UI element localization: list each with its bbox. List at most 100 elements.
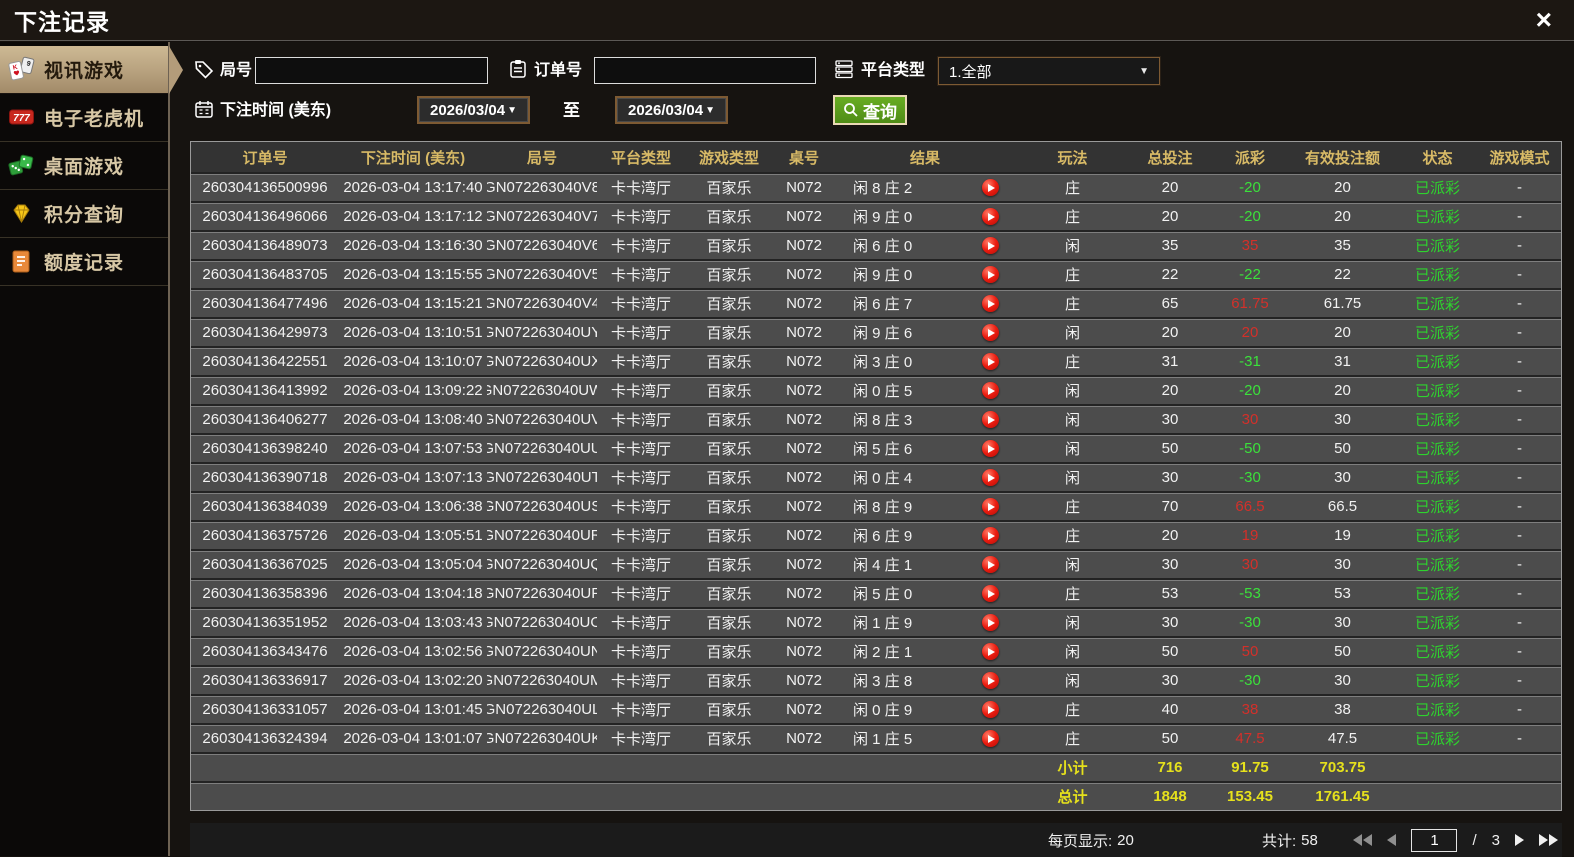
replay-play-icon[interactable] <box>982 527 999 544</box>
result-text: 闲 9 庄 6 <box>853 322 912 343</box>
sidebar-item-live-games[interactable]: 9 K 视讯游戏 <box>0 46 168 94</box>
cell-bet-time: 2026-03-04 13:01:07 <box>339 725 487 752</box>
sidebar-item-table-games[interactable]: 桌面游戏 <box>0 142 168 190</box>
cell-total-bet: 30 <box>1130 667 1210 694</box>
cell-game-no: GN072263040V5 <box>487 261 597 288</box>
bet-records-table: 订单号 下注时间 (美东) 局号 平台类型 游戏类型 桌号 结果 玩法 总投注 … <box>190 141 1562 811</box>
previous-page-button[interactable] <box>1387 834 1396 846</box>
sidebar: 9 K 视讯游戏 777 电子老虎机 桌面游戏 积分查询 额度记录 <box>0 42 170 856</box>
date-from-value: 2026/03/04 <box>430 102 505 119</box>
cell-order-id: 260304136429973 <box>191 319 339 346</box>
cell-game-type: 百家乐 <box>685 377 773 404</box>
cell-status: 已派彩 <box>1395 580 1480 607</box>
cell-valid-bet: 38 <box>1290 696 1395 723</box>
cell-payout: 38 <box>1210 696 1290 723</box>
replay-play-icon[interactable] <box>982 324 999 341</box>
cell-bet-time: 2026-03-04 13:10:51 <box>339 319 487 346</box>
replay-play-icon[interactable] <box>982 556 999 573</box>
replay-play-icon[interactable] <box>982 179 999 196</box>
replay-play-icon[interactable] <box>982 730 999 747</box>
table-row: 2603041364299732026-03-04 13:10:51GN0722… <box>191 317 1561 346</box>
replay-play-icon[interactable] <box>982 614 999 631</box>
date-from-picker[interactable]: 2026/03/04 ▼ <box>417 96 530 124</box>
cell-game-mode: - <box>1480 609 1559 636</box>
result-text: 闲 8 庄 2 <box>853 177 912 198</box>
page-separator: / <box>1472 832 1476 849</box>
table-row: 2603041363243942026-03-04 13:01:07GN0722… <box>191 723 1561 752</box>
cell-game-no: GN072263040UL <box>487 696 597 723</box>
replay-play-icon[interactable] <box>982 585 999 602</box>
order-no-label: 订单号 <box>534 57 582 85</box>
replay-play-icon[interactable] <box>982 237 999 254</box>
pagination-bar: 每页显示: 20 共计: 58 / 3 <box>190 823 1562 857</box>
table-row: 2603041363757262026-03-04 13:05:51GN0722… <box>191 520 1561 549</box>
replay-play-icon[interactable] <box>982 498 999 515</box>
cell-status: 已派彩 <box>1395 290 1480 317</box>
cell-bet-time: 2026-03-04 13:17:40 <box>339 174 487 201</box>
replay-play-icon[interactable] <box>982 382 999 399</box>
result-text: 闲 5 庄 6 <box>853 438 912 459</box>
cell-status: 已派彩 <box>1395 493 1480 520</box>
cell-valid-bet: 22 <box>1290 261 1395 288</box>
cell-game-no: GN072263040UU <box>487 435 597 462</box>
result-text: 闲 6 庄 7 <box>853 293 912 314</box>
cell-payout: 19 <box>1210 522 1290 549</box>
slot-777-icon: 777 <box>8 104 35 131</box>
cell-total-bet: 30 <box>1130 609 1210 636</box>
replay-play-icon[interactable] <box>982 643 999 660</box>
search-button-label: 查询 <box>863 98 897 123</box>
order-no-input[interactable] <box>594 57 816 84</box>
replay-play-icon[interactable] <box>982 440 999 457</box>
cell-bet-time: 2026-03-04 13:08:40 <box>339 406 487 433</box>
replay-play-icon[interactable] <box>982 208 999 225</box>
replay-play-icon[interactable] <box>982 295 999 312</box>
cell-order-id: 260304136496066 <box>191 203 339 230</box>
replay-play-icon[interactable] <box>982 353 999 370</box>
cell-valid-bet: 47.5 <box>1290 725 1395 752</box>
table-row: 2603041363840392026-03-04 13:06:38GN0722… <box>191 491 1561 520</box>
game-no-input[interactable] <box>255 57 488 84</box>
replay-play-icon[interactable] <box>982 672 999 689</box>
replay-play-icon[interactable] <box>982 701 999 718</box>
diamond-icon <box>8 200 35 227</box>
cell-order-id: 260304136331057 <box>191 696 339 723</box>
platform-type-select[interactable]: 1.全部 ▼ <box>938 57 1160 85</box>
replay-play-icon[interactable] <box>982 411 999 428</box>
cell-game-mode: - <box>1480 435 1559 462</box>
svg-text:777: 777 <box>13 113 30 124</box>
close-icon[interactable]: × <box>1536 4 1552 36</box>
first-page-button[interactable] <box>1353 834 1372 846</box>
col-header-status: 状态 <box>1395 142 1480 172</box>
sidebar-item-points-query[interactable]: 积分查询 <box>0 190 168 238</box>
cell-payout: 30 <box>1210 551 1290 578</box>
sidebar-item-credit-records[interactable]: 额度记录 <box>0 238 168 286</box>
cell-play: 庄 <box>1015 493 1130 520</box>
last-page-button[interactable] <box>1539 834 1558 846</box>
cell-game-no: GN072263040UM <box>487 667 597 694</box>
cell-order-id: 260304136358396 <box>191 580 339 607</box>
cell-result: 闲 0 庄 9 <box>835 696 1015 723</box>
date-to-picker[interactable]: 2026/03/04 ▼ <box>615 96 728 124</box>
cell-valid-bet: 30 <box>1290 464 1395 491</box>
cell-order-id: 260304136422551 <box>191 348 339 375</box>
table-row: 2603041363907182026-03-04 13:07:13GN0722… <box>191 462 1561 491</box>
page-number-input[interactable] <box>1411 829 1457 852</box>
replay-play-icon[interactable] <box>982 266 999 283</box>
cell-platform: 卡卡湾厅 <box>597 435 685 462</box>
cell-status: 已派彩 <box>1395 319 1480 346</box>
table-row: 2603041364062772026-03-04 13:08:40GN0722… <box>191 404 1561 433</box>
total-payout: 153.45 <box>1210 783 1290 810</box>
search-button[interactable]: 查询 <box>833 95 907 125</box>
sidebar-item-slots[interactable]: 777 电子老虎机 <box>0 94 168 142</box>
replay-play-icon[interactable] <box>982 469 999 486</box>
next-page-button[interactable] <box>1515 834 1524 846</box>
cell-game-no: GN072263040V7 <box>487 203 597 230</box>
col-header-payout: 派彩 <box>1210 142 1290 172</box>
result-text: 闲 3 庄 0 <box>853 351 912 372</box>
cell-order-id: 260304136489073 <box>191 232 339 259</box>
col-header-game-no: 局号 <box>487 142 597 172</box>
cell-result: 闲 8 庄 9 <box>835 493 1015 520</box>
cell-valid-bet: 30 <box>1290 667 1395 694</box>
cell-table-no: N072 <box>773 261 835 288</box>
cell-total-bet: 30 <box>1130 406 1210 433</box>
